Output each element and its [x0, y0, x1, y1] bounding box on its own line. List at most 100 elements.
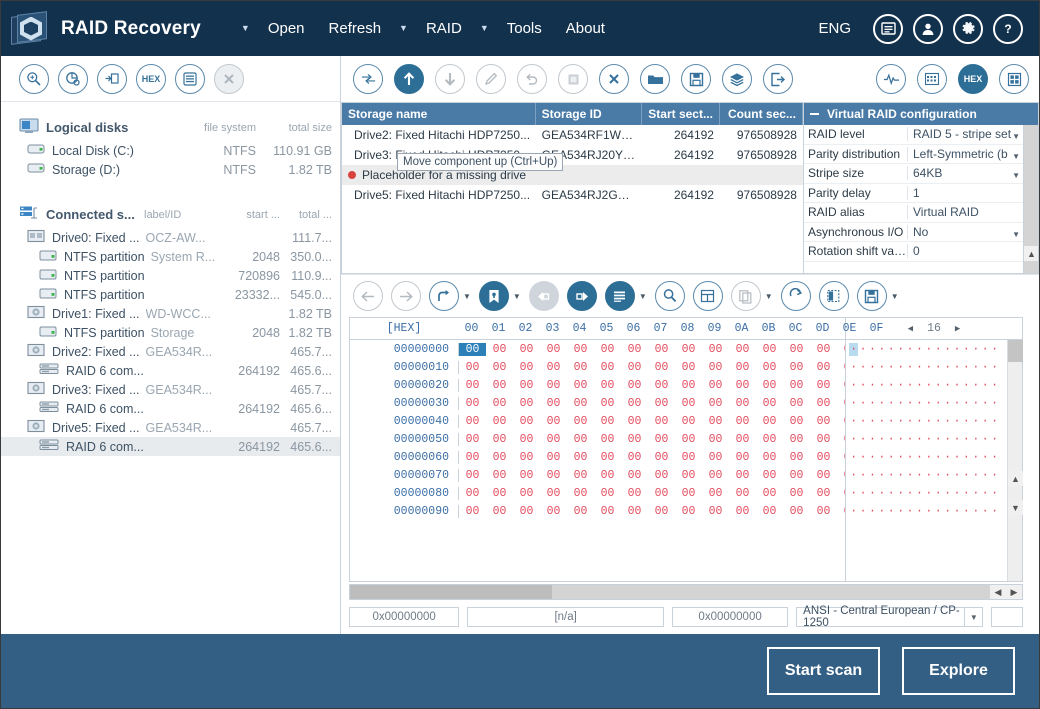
hex-byte[interactable]: 00 [837, 361, 845, 374]
goto-dropdown-caret[interactable]: ▼ [463, 292, 471, 301]
hex-byte[interactable]: 00 [486, 415, 513, 428]
hex-byte[interactable]: 00 [756, 505, 783, 518]
ascii-char[interactable]: · [849, 505, 858, 518]
ascii-char[interactable]: · [990, 505, 999, 518]
tree-item-ntfs-partition[interactable]: NTFS partition Storage 2048 1.82 TB [1, 323, 340, 342]
close-icon[interactable] [214, 63, 244, 94]
ascii-char[interactable]: · [952, 361, 961, 374]
ascii-char[interactable]: · [868, 487, 877, 500]
hex-byte[interactable]: 00 [459, 487, 486, 500]
hex-byte[interactable]: 00 [594, 505, 621, 518]
scroll-up-icon[interactable]: ▲ [1008, 471, 1023, 486]
start-scan-button[interactable]: Start scan [767, 647, 880, 695]
hex-byte[interactable]: 00 [756, 397, 783, 410]
hex-byte[interactable]: 00 [729, 433, 756, 446]
ascii-char[interactable]: · [943, 343, 952, 356]
hex-byte[interactable]: 00 [729, 451, 756, 464]
ascii-char[interactable]: · [980, 505, 989, 518]
ascii-char[interactable]: · [896, 433, 905, 446]
hex-byte[interactable]: 00 [594, 487, 621, 500]
hex-byte[interactable]: 00 [729, 343, 756, 356]
ascii-char[interactable]: · [962, 397, 971, 410]
hex-byte[interactable]: 00 [540, 379, 567, 392]
hex-byte[interactable]: 00 [459, 379, 486, 392]
hex-byte[interactable]: 00 [702, 451, 729, 464]
undo-icon[interactable] [517, 64, 547, 94]
hex-byte[interactable]: 00 [567, 415, 594, 428]
hex-byte[interactable]: 00 [648, 505, 675, 518]
table-row[interactable]: Drive5: Fixed Hitachi HDP7250... GEA534RJ… [342, 185, 803, 205]
ascii-char[interactable]: · [934, 415, 943, 428]
hex-byte[interactable]: 00 [702, 343, 729, 356]
hex-byte[interactable]: 00 [783, 361, 810, 374]
ascii-char[interactable]: · [952, 397, 961, 410]
column-count-sector[interactable]: Count sec... [720, 103, 803, 125]
ascii-char[interactable]: · [934, 379, 943, 392]
hex-byte[interactable]: 00 [702, 397, 729, 410]
hex-byte[interactable]: 00 [459, 342, 486, 356]
hex-byte[interactable]: 00 [756, 361, 783, 374]
table-row[interactable]: Drive2: Fixed Hitachi HDP7250... GEA534RF… [342, 125, 803, 145]
scroll-left-icon[interactable]: ◀ [990, 585, 1006, 599]
swap-components-icon[interactable] [353, 64, 383, 94]
ascii-char[interactable]: · [858, 415, 867, 428]
tree-item-raid-6-com[interactable]: RAID 6 com... 264192 465.6... [1, 437, 340, 456]
menu-caret-refresh[interactable]: ▼ [393, 24, 414, 33]
hex-byte[interactable]: 00 [486, 469, 513, 482]
hex-byte[interactable]: 00 [729, 379, 756, 392]
ascii-char[interactable]: · [980, 379, 989, 392]
hex-byte[interactable]: 00 [459, 469, 486, 482]
hex-row[interactable]: 00000050 00000000000000000000000000000000 [350, 430, 845, 448]
hex-byte[interactable]: 00 [783, 415, 810, 428]
ascii-char[interactable]: · [858, 343, 867, 356]
ascii-char[interactable]: · [924, 343, 933, 356]
ascii-char[interactable]: · [868, 415, 877, 428]
hex-byte[interactable]: 00 [594, 397, 621, 410]
ascii-char[interactable]: · [915, 397, 924, 410]
hex-byte[interactable]: 00 [513, 505, 540, 518]
hex-byte[interactable]: 00 [459, 433, 486, 446]
hex-byte[interactable]: 00 [756, 343, 783, 356]
tree-item-drive1-fixed[interactable]: Drive1: Fixed ... WD-WCC... 1.82 TB [1, 304, 340, 323]
selection-field[interactable]: 0x00000000 [672, 607, 789, 627]
hex-byte[interactable]: 00 [675, 415, 702, 428]
grid-analysis-icon[interactable] [917, 64, 947, 94]
hex-byte[interactable]: 00 [675, 487, 702, 500]
ascii-prev-icon[interactable]: ◀ [908, 324, 913, 334]
ascii-char[interactable]: · [915, 361, 924, 374]
tree-item-drive0-fixed[interactable]: Drive0: Fixed ... OCZ-AW... 111.7... [1, 228, 340, 247]
ascii-char[interactable]: · [934, 487, 943, 500]
hex-byte[interactable]: 00 [648, 361, 675, 374]
menu-item-open[interactable]: Open [256, 16, 317, 41]
forward-arrow-icon[interactable] [391, 281, 421, 311]
ascii-char[interactable]: · [849, 361, 858, 374]
hex-byte[interactable]: 00 [675, 505, 702, 518]
ascii-char[interactable]: · [962, 343, 971, 356]
ascii-char[interactable]: · [962, 433, 971, 446]
hex-byte[interactable]: 00 [540, 397, 567, 410]
hex-byte[interactable]: 00 [486, 487, 513, 500]
chevron-down-icon[interactable]: ▼ [1012, 171, 1020, 180]
offset-field[interactable]: 0x00000000 [349, 607, 460, 627]
hex-byte[interactable]: 00 [729, 397, 756, 410]
raid-config-header[interactable]: Virtual RAID configuration [804, 103, 1038, 125]
ascii-char[interactable]: · [952, 451, 961, 464]
hex-byte[interactable]: 00 [702, 415, 729, 428]
hex-byte[interactable]: 00 [810, 379, 837, 392]
disk-copy-icon[interactable] [97, 63, 127, 94]
ascii-char[interactable]: · [849, 342, 859, 356]
ascii-char[interactable]: · [858, 379, 867, 392]
hex-byte[interactable]: 00 [837, 469, 845, 482]
hex-byte[interactable]: 00 [540, 343, 567, 356]
hex-byte[interactable]: 00 [675, 361, 702, 374]
column-start-sector[interactable]: Start sect... [642, 103, 720, 125]
chevron-down-icon[interactable]: ▼ [1012, 132, 1020, 141]
hex-byte[interactable]: 00 [810, 415, 837, 428]
ascii-char[interactable]: · [905, 505, 914, 518]
hex-byte[interactable]: 00 [486, 379, 513, 392]
hex-row[interactable]: 00000030 00000000000000000000000000000000 [350, 394, 845, 412]
hex-byte[interactable]: 00 [810, 343, 837, 356]
hex-byte[interactable]: 00 [459, 415, 486, 428]
layers-icon[interactable] [722, 64, 752, 94]
ascii-char[interactable]: · [877, 379, 886, 392]
